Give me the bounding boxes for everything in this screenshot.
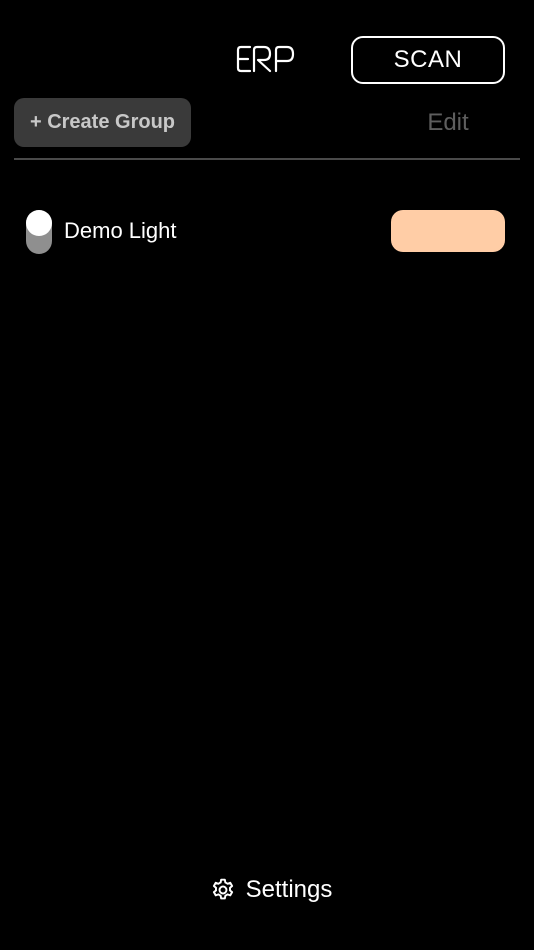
power-toggle-switch[interactable] [26,210,52,254]
erp-logo [236,44,296,74]
create-group-button[interactable]: + Create Group [14,98,191,147]
settings-label: Settings [245,876,333,903]
gear-icon [210,877,236,903]
light-name: Demo Light [64,218,177,243]
light-row-demo-light[interactable]: Demo Light [14,200,520,262]
edit-button[interactable]: Edit [410,104,486,142]
scan-button[interactable]: SCAN [351,36,505,84]
toggle-knob [26,210,52,236]
header-divider [14,158,520,160]
light-color-swatch[interactable] [391,210,505,252]
settings-button[interactable]: Settings [198,868,344,912]
